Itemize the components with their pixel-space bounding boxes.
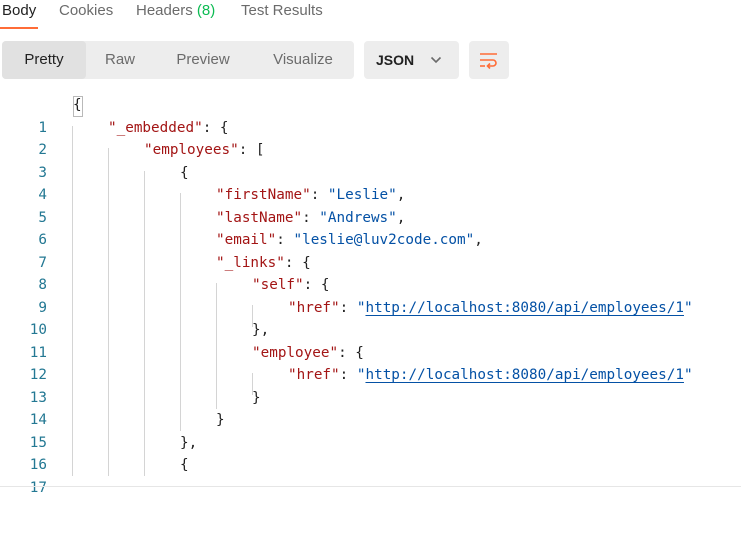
view-mode-visualize[interactable]: Visualize (252, 41, 354, 79)
code-line: 4 { (0, 162, 741, 204)
json-punctuation: : (310, 187, 328, 203)
json-punctuation: : (339, 299, 357, 316)
tab-cookies[interactable]: Cookies (59, 2, 113, 19)
code-line: 1 { (0, 94, 741, 136)
code-line: 2 "_embedded": { (0, 117, 741, 159)
code-text: } (252, 389, 261, 406)
code-line: 17 { (0, 454, 741, 496)
divider (0, 486, 741, 487)
json-key: "employee" (252, 344, 339, 361)
code-line: 14 } (0, 387, 741, 429)
tab-headers-label: Headers (136, 2, 193, 19)
href-link[interactable]: http://localhost:8080/api/employees/1 (365, 300, 683, 316)
json-punctuation: : { (338, 344, 364, 361)
json-punctuation: : { (202, 119, 229, 136)
tab-test-results[interactable]: Test Results (241, 2, 323, 19)
format-dropdown-label: JSON (376, 52, 415, 68)
active-tab-indicator (0, 27, 38, 29)
json-punctuation: , (396, 209, 406, 226)
json-key: "_links" (216, 254, 285, 271)
json-punctuation: : { (284, 254, 311, 271)
json-punctuation: " (683, 299, 693, 316)
code-line: 5 "firstName": "Leslie", (0, 184, 741, 226)
response-body-viewer: 1 { 2 "_embedded": { 3 "employees": [ 4 … (0, 94, 741, 496)
json-punctuation: : (339, 367, 357, 383)
json-string-value: "Leslie" (327, 187, 397, 203)
bracket-match-highlight (73, 96, 83, 117)
view-mode-raw[interactable]: Raw (86, 41, 154, 79)
json-punctuation: : (276, 232, 294, 248)
view-mode-preview[interactable]: Preview (154, 41, 252, 79)
format-dropdown[interactable]: JSON (364, 41, 459, 79)
json-key: "employees" (144, 142, 239, 158)
code-text: { (180, 164, 189, 181)
chevron-down-icon (430, 56, 442, 64)
code-line: 13 "href": "http://localhost:8080/api/em… (0, 364, 741, 406)
code-line: 10 "href": "http://localhost:8080/api/em… (0, 297, 741, 339)
json-punctuation: , (474, 232, 483, 248)
code-line: 15 } (0, 409, 741, 451)
json-key: "firstName" (216, 187, 311, 203)
json-string-value: "leslie@luv2code.com" (293, 232, 475, 248)
json-key: "email" (216, 232, 277, 248)
json-punctuation: : { (303, 277, 330, 293)
code-line: 6 "lastName": "Andrews", (0, 207, 741, 249)
headers-count-badge: (8) (196, 2, 216, 19)
json-punctuation: : [ (238, 142, 265, 158)
tab-headers[interactable]: Headers (8) (136, 2, 215, 19)
wrap-lines-button[interactable] (469, 41, 509, 79)
json-key: "href" (288, 299, 340, 316)
code-line: 8 "_links": { (0, 252, 741, 294)
line-number: 17 (29, 479, 47, 496)
code-line: 7 "email": "leslie@luv2code.com", (0, 229, 741, 271)
json-key: "_embedded" (108, 119, 203, 136)
tab-body[interactable]: Body (2, 2, 36, 19)
json-key: "lastName" (216, 209, 303, 226)
view-mode-pretty[interactable]: Pretty (2, 41, 86, 79)
json-punctuation: " (683, 367, 693, 383)
code-text: }, (180, 434, 198, 451)
view-mode-selector: Pretty Raw Preview Visualize (2, 41, 354, 79)
json-key: "self" (252, 277, 304, 293)
json-punctuation: , (396, 187, 406, 203)
code-text: { (180, 457, 189, 473)
json-punctuation: : (302, 209, 320, 226)
code-text: } (216, 412, 225, 428)
code-line: 11 }, (0, 319, 741, 361)
json-string-value: "Andrews" (319, 209, 397, 226)
code-line: 9 "self": { (0, 274, 741, 316)
response-tabs: Body Cookies Headers (8) Test Results (0, 0, 741, 30)
href-link[interactable]: http://localhost:8080/api/employees/1 (365, 367, 683, 383)
code-line: 16 }, (0, 432, 741, 474)
code-line: 12 "employee": { (0, 342, 741, 384)
code-line: 3 "employees": [ (0, 139, 741, 181)
code-text: }, (252, 322, 270, 338)
wrap-lines-icon (480, 53, 497, 69)
json-key: "href" (288, 367, 340, 383)
